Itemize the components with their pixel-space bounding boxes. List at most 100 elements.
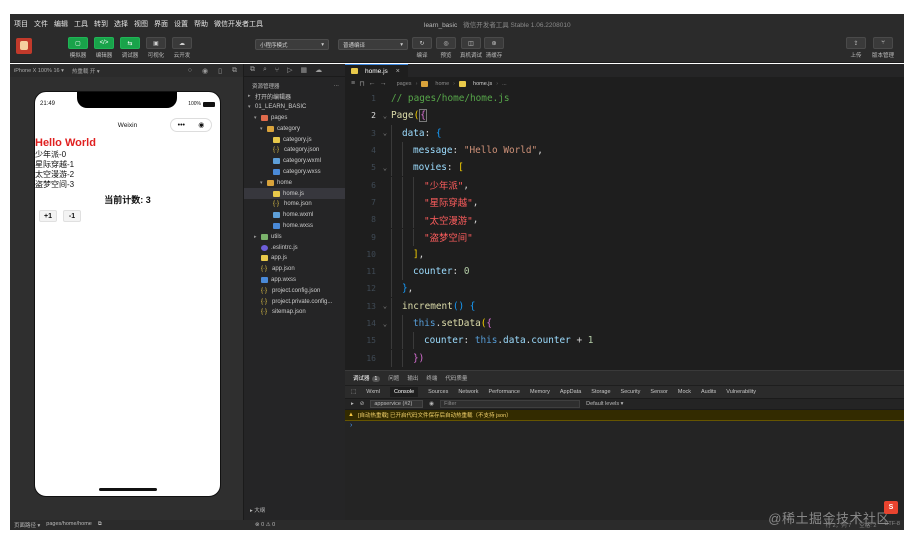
tree-item-app-json[interactable]: {·} app.json bbox=[244, 264, 345, 275]
tree-item-category-wxml[interactable]: category.wxml bbox=[244, 156, 345, 167]
open-editors-section[interactable]: ▸ 打开的编辑器 bbox=[244, 91, 345, 102]
menu-item[interactable]: 帮助 bbox=[194, 19, 208, 29]
toolbar-refresh-button[interactable]: ↻ 编译 bbox=[412, 37, 432, 59]
devtools-tab[interactable]: Audits bbox=[701, 389, 716, 395]
code-line[interactable]: 5 ⌄ movies: [ bbox=[345, 159, 904, 177]
tree-item-eslintrc-js[interactable]: .eslintrc.js bbox=[244, 242, 345, 253]
split-editor-icon[interactable]: ≡ bbox=[351, 80, 355, 87]
toolbar-phone-button[interactable]: ▢ 模拟器 bbox=[68, 37, 88, 59]
tree-item-utils[interactable]: ▸ utils bbox=[244, 231, 345, 242]
tree-item-app-js[interactable]: app.js bbox=[244, 253, 345, 264]
compile-select[interactable]: 普通编译 ▾ bbox=[338, 39, 408, 50]
menu-item[interactable]: 工具 bbox=[74, 19, 88, 29]
tree-item-category-js[interactable]: category.js bbox=[244, 134, 345, 145]
code-line[interactable]: 1 // pages/home/home.js bbox=[345, 90, 904, 107]
code-line[interactable]: 13 ⌄ increment() { bbox=[345, 297, 904, 315]
menu-item[interactable]: 文件 bbox=[34, 19, 48, 29]
tree-item-home-json[interactable]: {·} home.json bbox=[244, 199, 345, 210]
menu-item[interactable]: 转到 bbox=[94, 19, 108, 29]
devtools-tab[interactable]: Vulnerability bbox=[726, 389, 756, 395]
code-line[interactable]: 14 ⌄ this. setData({ bbox=[345, 315, 904, 332]
code-line[interactable]: 7 "星际穿越", bbox=[345, 193, 904, 211]
debugger-top-tab[interactable]: 代码质量 bbox=[445, 374, 467, 382]
breadcrumb-item[interactable]: home bbox=[435, 81, 449, 87]
tree-item-home-wxss[interactable]: home.wxss bbox=[244, 221, 345, 232]
menu-item[interactable]: 视图 bbox=[134, 19, 148, 29]
menu-item[interactable]: 选择 bbox=[114, 19, 128, 29]
devtools-tab[interactable]: AppData bbox=[560, 389, 581, 395]
code-line[interactable]: 9 "盗梦空间" bbox=[345, 228, 904, 246]
toolbar-upload-button[interactable]: ⇪ 上传 bbox=[846, 37, 866, 59]
back-icon[interactable]: ← bbox=[369, 80, 376, 87]
debugger-top-tab[interactable]: 问题 bbox=[388, 374, 399, 382]
code-line[interactable]: 6 "少年派", bbox=[345, 176, 904, 194]
toolbar-eye-button[interactable]: ◎ 预览 bbox=[436, 37, 456, 59]
devtools-tab[interactable]: Sources bbox=[428, 389, 448, 395]
tab-home-js[interactable]: home.js × bbox=[345, 64, 408, 77]
fold-chevron-icon[interactable]: ⌄ bbox=[379, 302, 391, 310]
device-select[interactable]: iPhone X 100% 16 ▾ bbox=[14, 68, 64, 74]
tree-item-category-wxss[interactable]: category.wxss bbox=[244, 167, 345, 178]
fold-chevron-icon[interactable]: ⌄ bbox=[379, 129, 391, 137]
decrement-button[interactable]: -1 bbox=[63, 210, 81, 222]
user-avatar[interactable] bbox=[16, 38, 32, 54]
tree-item-project-private-config[interactable]: {·} project.private.config... bbox=[244, 296, 345, 307]
toolbar-visual-button[interactable]: ▣ 可视化 bbox=[146, 37, 166, 59]
page-path-label[interactable]: 页面路径 ▾ bbox=[14, 521, 40, 529]
devtools-tab[interactable]: Performance bbox=[489, 389, 521, 395]
debugger-top-tab[interactable]: 终端 bbox=[426, 374, 437, 382]
devtools-tab[interactable]: Wxml bbox=[366, 389, 380, 395]
search-icon[interactable]: ⌕ bbox=[263, 66, 267, 74]
toolbar-cloud-button[interactable]: ☁ 云开发 bbox=[172, 37, 192, 59]
code-line[interactable]: 16}) bbox=[345, 349, 904, 367]
fold-chevron-icon[interactable]: ⌄ bbox=[379, 112, 391, 120]
increment-button[interactable]: +1 bbox=[39, 210, 57, 222]
filter-input[interactable]: Filter bbox=[440, 400, 581, 408]
context-select[interactable]: appservice (#2) bbox=[370, 400, 424, 408]
code-area[interactable]: 1// pages/home/home.js 2 ⌄ Page({3 ⌄ data: {4… bbox=[345, 90, 904, 370]
more-icon[interactable]: ••• bbox=[178, 122, 185, 129]
project-section[interactable]: ▾ 01_LEARN_BASIC bbox=[244, 102, 345, 113]
tree-item-sitemap-json[interactable]: {·} sitemap.json bbox=[244, 307, 345, 318]
extensions-icon[interactable]: ▦ bbox=[301, 66, 308, 74]
devtools-tab[interactable]: Memory bbox=[530, 389, 550, 395]
levels-select[interactable]: Default levels ▾ bbox=[586, 401, 623, 407]
toolbar-clear-cache-button[interactable]: ⊛ 清缓存 bbox=[484, 37, 504, 59]
toolbar-debug-button[interactable]: ⇆ 调试器 bbox=[120, 37, 140, 59]
stop-icon[interactable]: ◉ bbox=[202, 67, 208, 75]
device-icon[interactable]: ▯ bbox=[218, 67, 222, 75]
code-line[interactable]: 11 counter: 0 bbox=[345, 263, 904, 281]
inspect-icon[interactable]: ⬚ bbox=[351, 389, 356, 395]
capsule-menu[interactable]: ••• ◉ bbox=[170, 118, 212, 132]
tree-item-category[interactable]: ▾ category bbox=[244, 123, 345, 134]
devtools-tab[interactable]: Sensor bbox=[650, 389, 667, 395]
tree-item-home-js[interactable]: home.js bbox=[244, 188, 345, 199]
source-control-icon[interactable]: ⑂ bbox=[275, 67, 279, 74]
close-icon[interactable]: × bbox=[396, 68, 400, 75]
tree-item-home[interactable]: ▾ home bbox=[244, 177, 345, 188]
menu-item[interactable]: 界面 bbox=[154, 19, 168, 29]
more-icon[interactable]: ··· bbox=[334, 83, 340, 89]
menu-item[interactable]: 项目 bbox=[14, 19, 28, 29]
detach-icon[interactable]: ⧉ bbox=[232, 67, 237, 75]
bookmark-icon[interactable]: ⊓ bbox=[359, 80, 364, 88]
code-line[interactable]: 4 message: "Hello World", bbox=[345, 142, 904, 160]
devtools-tab[interactable]: Security bbox=[621, 389, 641, 395]
forward-icon[interactable]: → bbox=[380, 80, 387, 87]
tree-item-pages[interactable]: ▾ pages bbox=[244, 113, 345, 124]
devtools-tab[interactable]: Console bbox=[389, 387, 419, 397]
hot-reload-select[interactable]: 热重载 开 ▾ bbox=[72, 67, 100, 75]
code-line[interactable]: 10], bbox=[345, 245, 904, 263]
mode-select[interactable]: 小程序模式 ▾ bbox=[255, 39, 329, 50]
clear-console-icon[interactable]: ⊘ bbox=[360, 401, 365, 407]
fold-chevron-icon[interactable]: ⌄ bbox=[379, 320, 391, 328]
code-line[interactable]: 2 ⌄ Page({ bbox=[345, 107, 904, 124]
eye-icon[interactable]: ◉ bbox=[429, 401, 434, 407]
toolbar-version-button[interactable]: ⑂ 版本管理 bbox=[872, 37, 894, 59]
code-line[interactable]: 12}, bbox=[345, 280, 904, 298]
cloud-icon[interactable]: ☁ bbox=[315, 66, 322, 74]
devtools-tab[interactable]: Network bbox=[458, 389, 478, 395]
fold-chevron-icon[interactable]: ⌄ bbox=[379, 164, 391, 172]
menu-item[interactable]: 微信开发者工具 bbox=[214, 19, 263, 29]
problems-count[interactable]: ⊗ 0 ⚠ 0 bbox=[255, 522, 275, 528]
